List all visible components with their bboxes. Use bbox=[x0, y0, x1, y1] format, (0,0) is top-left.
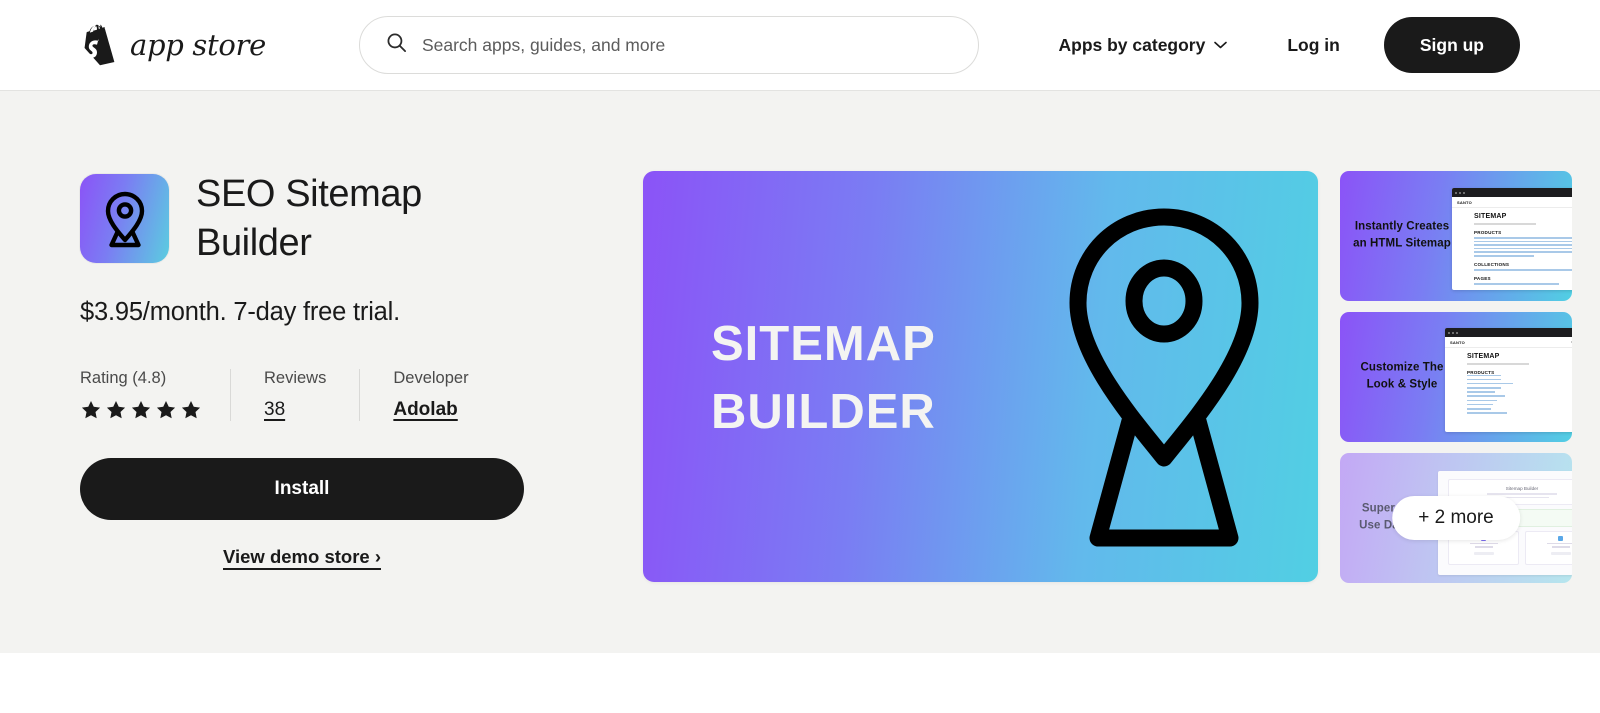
developer-link[interactable]: Adolab bbox=[393, 399, 468, 421]
banner-line-1: SITEMAP bbox=[711, 317, 936, 371]
mock-browser-bar bbox=[1452, 188, 1572, 197]
thumbnail-preview: SANTO SITEMAP PRODUCTS COLLECTIONS PAGES bbox=[1452, 188, 1572, 290]
thumbnail-preview: SANTO SITEMAP PRODUCTS bbox=[1445, 328, 1572, 432]
thumbnail-item[interactable]: Instantly Creates an HTML Sitemap SANTO … bbox=[1340, 171, 1572, 301]
search-icon bbox=[386, 32, 407, 58]
mock-product-links bbox=[1474, 237, 1572, 257]
dashboard-step bbox=[1525, 531, 1572, 565]
chevron-down-icon bbox=[1214, 41, 1228, 49]
site-header: app store Apps by category Log in Sign u… bbox=[0, 0, 1600, 91]
app-meta-row: Rating (4.8) Reviews 38 Developer Adolab bbox=[80, 369, 570, 422]
mock-store-nav: SANTO bbox=[1452, 197, 1572, 208]
star-filled-icon bbox=[180, 399, 202, 421]
rating-stars bbox=[80, 399, 202, 421]
reviews-block: Reviews 38 bbox=[230, 369, 359, 422]
signup-button[interactable]: Sign up bbox=[1383, 17, 1520, 73]
brand-name: app store bbox=[130, 28, 266, 62]
app-icon bbox=[80, 174, 169, 264]
thumbnail-item[interactable]: Customize The Look & Style SANTO SITEMAP… bbox=[1340, 312, 1572, 442]
developer-block: Developer Adolab bbox=[359, 369, 501, 422]
app-title: SEO Sitemap Builder bbox=[196, 173, 422, 264]
thumbnail-item[interactable]: Super Easy To Use Dashboard Sitemap Buil… bbox=[1340, 453, 1572, 583]
apps-by-category-menu[interactable]: Apps by category bbox=[1059, 35, 1228, 56]
mock-brand: SANTO bbox=[1457, 199, 1472, 205]
mock-store-nav: SANTO bbox=[1445, 337, 1572, 348]
rating-label: Rating (4.8) bbox=[80, 369, 167, 388]
login-link[interactable]: Log in bbox=[1287, 35, 1339, 56]
shopify-bag-icon bbox=[80, 24, 116, 66]
apps-by-category-label: Apps by category bbox=[1058, 34, 1206, 55]
banner-line-2: BUILDER bbox=[711, 384, 936, 439]
mock-section-collections: COLLECTIONS bbox=[1474, 261, 1510, 267]
mock-brand: SANTO bbox=[1450, 339, 1465, 345]
star-filled-icon bbox=[105, 399, 127, 421]
rating-block: Rating (4.8) bbox=[80, 369, 230, 421]
map-pin-icon bbox=[94, 188, 156, 250]
search-bar[interactable] bbox=[358, 16, 979, 74]
mock-menu-items bbox=[1571, 341, 1572, 343]
brand-logo[interactable]: app store bbox=[80, 24, 266, 66]
header-nav: Apps by category Log in Sign up bbox=[1059, 17, 1520, 73]
mock-product-list bbox=[1467, 374, 1572, 414]
view-demo-store-link[interactable]: View demo store › bbox=[80, 546, 524, 568]
reviews-count-link[interactable]: 38 bbox=[264, 399, 326, 421]
mock-body: SITEMAP PRODUCTS COLLECTIONS PAGES bbox=[1452, 208, 1572, 285]
mock-section-pages: PAGES bbox=[1474, 275, 1491, 281]
mock-page-links bbox=[1474, 283, 1572, 285]
install-button[interactable]: Install bbox=[80, 458, 524, 521]
search-input[interactable] bbox=[421, 34, 952, 56]
dashboard-title: Sitemap Builder bbox=[1505, 485, 1539, 491]
mock-body: SITEMAP PRODUCTS bbox=[1445, 348, 1572, 414]
star-filled-icon bbox=[155, 399, 177, 421]
app-hero-section: SEO Sitemap Builder $3.95/month. 7-day f… bbox=[0, 91, 1600, 653]
banner-text: SITEMAP BUILDER bbox=[711, 311, 936, 446]
mock-browser-bar bbox=[1445, 328, 1572, 337]
star-filled-icon bbox=[80, 399, 102, 421]
thumbnail-caption: Customize The Look & Style bbox=[1360, 361, 1444, 391]
app-banner-image[interactable]: SITEMAP BUILDER bbox=[643, 171, 1318, 582]
mock-heading: SITEMAP bbox=[1467, 353, 1500, 360]
star-filled-icon bbox=[130, 399, 152, 421]
mock-section-products: PRODUCTS bbox=[1474, 229, 1502, 235]
developer-label: Developer bbox=[393, 369, 469, 388]
more-images-button[interactable]: + 2 more bbox=[1392, 496, 1520, 540]
app-header: SEO Sitemap Builder bbox=[80, 170, 570, 267]
mock-heading: SITEMAP bbox=[1474, 213, 1507, 220]
app-info-column: SEO Sitemap Builder $3.95/month. 7-day f… bbox=[80, 91, 570, 568]
app-price: $3.95/month. 7-day free trial. bbox=[80, 298, 401, 327]
reviews-label: Reviews bbox=[264, 369, 327, 388]
thumbnail-caption: Instantly Creates an HTML Sitemap bbox=[1353, 220, 1451, 250]
thumbnail-list: Instantly Creates an HTML Sitemap SANTO … bbox=[1340, 171, 1572, 583]
mock-collection-links bbox=[1474, 269, 1572, 271]
